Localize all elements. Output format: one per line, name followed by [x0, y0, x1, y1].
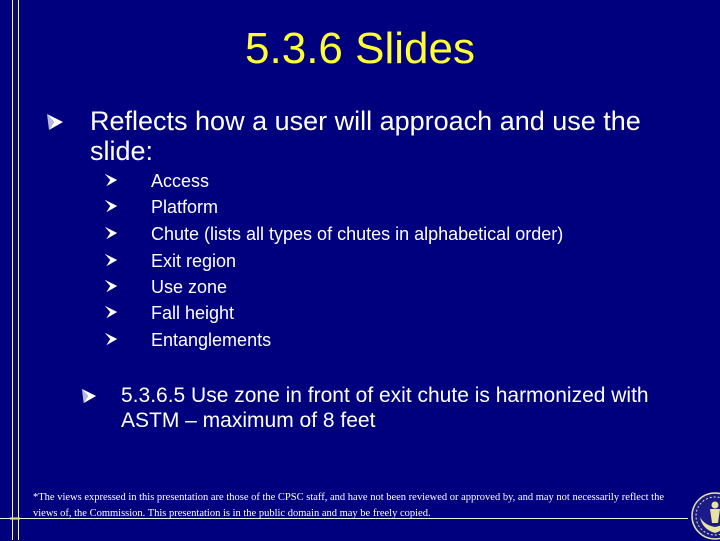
- second-bullet-text: 5.3.6.5 Use zone in front of exit chute …: [121, 384, 649, 432]
- list-item-label: Chute (lists all types of chutes in alph…: [151, 224, 564, 244]
- arrowhead-bullet-icon: [104, 279, 118, 293]
- list-item: Fall height: [0, 300, 600, 326]
- list-item-label: Fall height: [151, 303, 235, 323]
- list-item-label: Entanglements: [151, 330, 272, 350]
- slide-title: 5.3.6 Slides: [245, 24, 475, 73]
- arrowhead-bullet-icon: [104, 173, 118, 187]
- cpsc-seal-icon: [691, 492, 720, 540]
- list-item: Use zone: [0, 274, 600, 300]
- main-bullet-text: Reflects how a user will approach and us…: [90, 106, 641, 166]
- rule-intersection: [10, 517, 20, 520]
- list-item: Exit region: [0, 248, 600, 274]
- arrowhead-bullet-icon: [104, 332, 118, 346]
- arrowhead-bullet-icon: [81, 388, 97, 404]
- arrowhead-bullet-icon: [104, 199, 118, 213]
- arrowhead-bullet-icon: [104, 253, 118, 267]
- list-item: Entanglements: [0, 327, 600, 353]
- list-item-label: Use zone: [151, 277, 228, 297]
- slide: 5.3.6 Slides Reflects how a user will ap…: [0, 0, 720, 540]
- arrowhead-bullet-icon: [104, 305, 118, 319]
- list-item-label: Exit region: [151, 251, 237, 271]
- list-item: Platform: [0, 194, 600, 220]
- arrowhead-bullet-icon: [47, 114, 63, 130]
- arrowhead-bullet-icon: [104, 226, 118, 240]
- list-item-label: Access: [151, 171, 210, 191]
- list-item-label: Platform: [151, 197, 219, 217]
- disclaimer-footnote: *The views expressed in this presentatio…: [33, 492, 664, 519]
- list-item: Access: [0, 168, 600, 194]
- list-item: Chute (lists all types of chutes in alph…: [0, 221, 600, 247]
